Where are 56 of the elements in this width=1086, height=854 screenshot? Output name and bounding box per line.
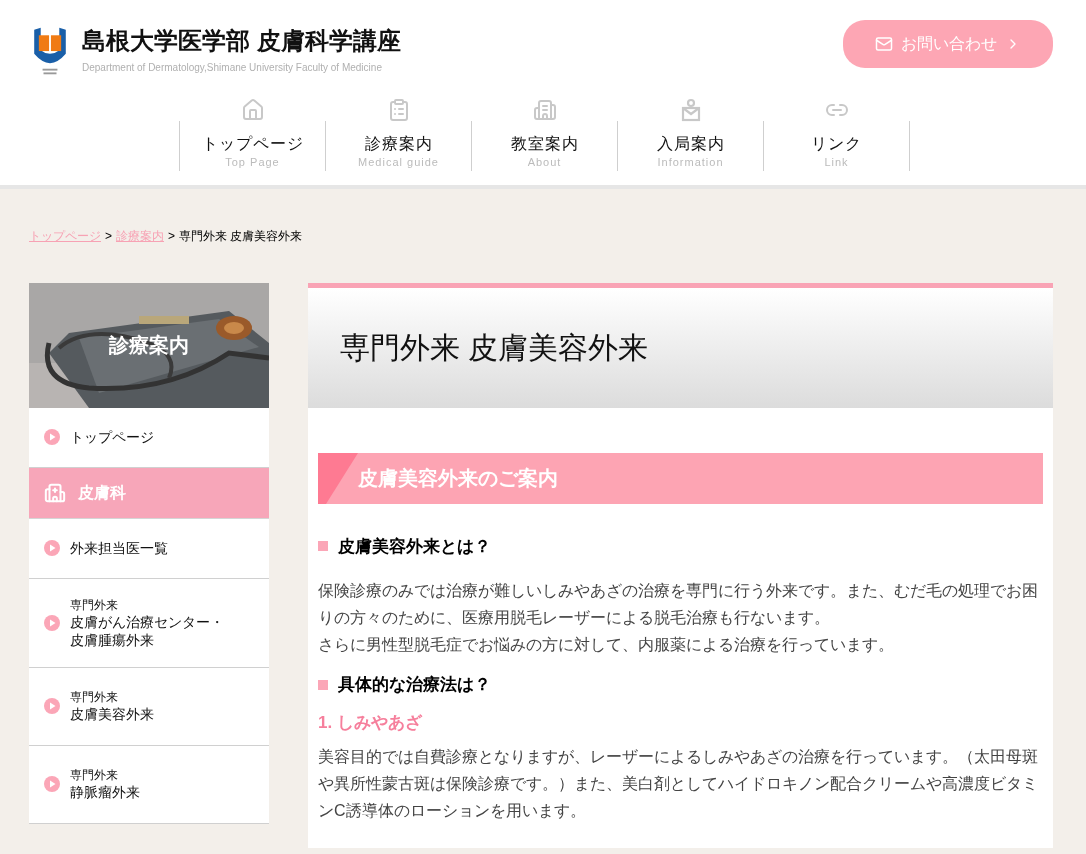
corner-stripe-icon — [318, 452, 358, 504]
sidebar-link-sublabel: 専門外来 — [70, 596, 118, 613]
square-bullet-icon — [318, 679, 328, 690]
house-icon — [240, 98, 265, 122]
nav-label: 教室案内 — [510, 134, 579, 154]
sidebar-link[interactable]: トップページ — [29, 407, 269, 468]
nav-sublabel: Information — [657, 155, 724, 170]
body-paragraph: 保険診療のみでは治療が難しいしみやあざの治療を専門に行う外来です。また、むだ毛の処理でお困りの方々のために、医療用脱毛レーザーによる脱毛治療も行ないます。 — [318, 581, 1039, 628]
sidebar-link[interactable]: 外来担当医一覧 — [29, 518, 269, 579]
sidebar-link-label: 皮膚がん治療センター・ — [70, 612, 224, 631]
sidebar-title: 診療案内 — [109, 333, 189, 358]
sidebar-category-label: 皮膚科 — [78, 482, 126, 503]
body-paragraph: 美容目的では自費診療となりますが、レーザーによるしみやあざの治療を行っています。（太田母斑や異所性蒙古斑は保険診療です。）また、美白剤としてハイドロキノン配合クリームや高濃度ビタミンC誘導体のローションを用います。 — [318, 747, 1039, 821]
breadcrumb-current: 専門外来 皮膚美容外来 — [179, 227, 303, 245]
nav-item[interactable]: 診療案内 Medical guide — [326, 98, 471, 171]
nav-item[interactable]: 入局案内 Information — [618, 98, 763, 171]
site-title: 島根大学医学部 皮膚科学講座 — [82, 26, 401, 56]
mail-icon — [875, 35, 893, 53]
nav-sublabel: Link — [824, 155, 849, 170]
play-circle-icon — [44, 540, 60, 556]
breadcrumb-separator: > — [105, 227, 112, 245]
nav-item[interactable]: 教室案内 About — [472, 98, 617, 171]
section-heading: 具体的な治療法は？ — [338, 674, 491, 696]
nav-item[interactable]: トップページ Top Page — [180, 98, 325, 171]
sidebar-link-sublabel: 専門外来 — [70, 767, 118, 783]
building-icon — [532, 98, 557, 122]
square-bullet-icon — [318, 541, 328, 552]
sidebar-link-label: トップページ — [70, 428, 154, 446]
play-circle-icon — [44, 698, 60, 714]
sidebar-link[interactable]: 専門外来 皮膚美容外来 — [29, 667, 269, 746]
sidebar-link-label: 皮膚美容外来 — [70, 705, 154, 723]
nav-item[interactable]: リンク Link — [764, 98, 909, 171]
page-title: 専門外来 皮膚美容外来 — [340, 330, 648, 366]
nav-label: 入局案内 — [656, 134, 725, 154]
breadcrumb-separator: > — [168, 227, 176, 245]
section-title: 皮膚美容外来のご案内 — [358, 466, 558, 491]
sidebar-link[interactable]: 専門外来 静脈瘤外来 — [29, 745, 269, 824]
sidebar-link[interactable]: 専門外来 皮膚がん治療センター・ 皮膚腫瘍外来 — [29, 578, 269, 668]
play-circle-icon — [44, 776, 60, 792]
nav-label: リンク — [811, 134, 862, 154]
subsection-heading: 1. しみやあざ — [318, 711, 424, 734]
sidebar-link-label: 外来担当医一覧 — [70, 539, 168, 557]
nav-sublabel: Top Page — [225, 155, 280, 170]
nav-sublabel: Medical guide — [358, 155, 439, 170]
nav-label: トップページ — [201, 134, 304, 154]
sidebar-link-sublabel: 専門外来 — [70, 689, 118, 705]
body-paragraph: さらに男性型脱毛症でお悩みの方に対して、内服薬による治療を行っています。 — [318, 635, 895, 655]
nav-sublabel: About — [527, 155, 562, 170]
site-subtitle: Department of Dermatology,Shimane University Faculty of Medicine — [82, 61, 383, 75]
sidebar-link-label: 静脈瘤外来 — [70, 783, 140, 801]
section-heading: 皮膚美容外来とは？ — [338, 535, 491, 558]
play-circle-icon — [44, 429, 60, 445]
hospital-icon — [44, 481, 66, 504]
sidebar-link-label: 皮膚腫瘍外来 — [70, 630, 154, 649]
nav-label: 診療案内 — [364, 134, 433, 154]
play-circle-icon — [44, 614, 60, 631]
